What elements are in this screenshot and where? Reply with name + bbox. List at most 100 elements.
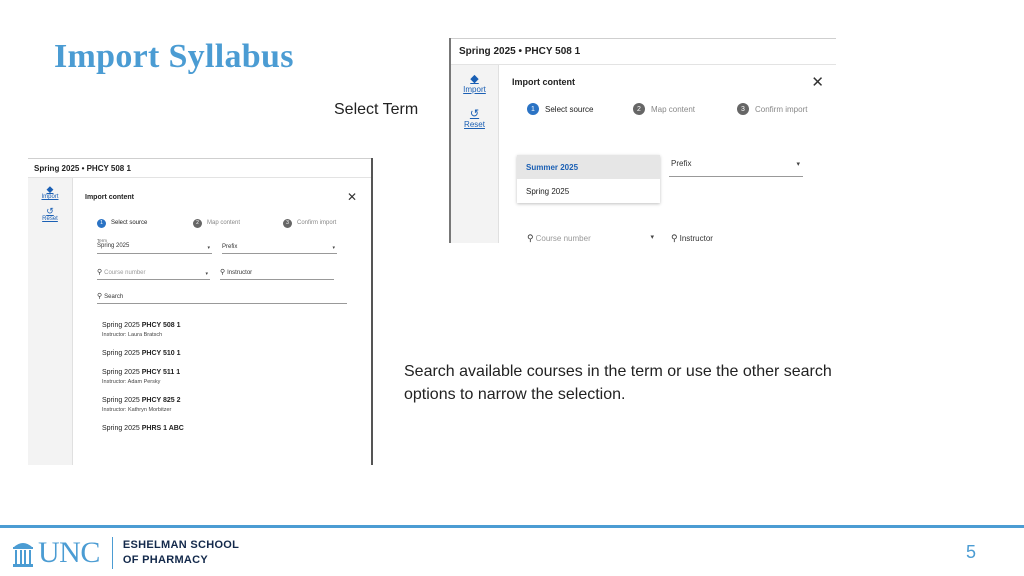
course-result-item[interactable]: Spring 2025 PHCY 510 1 [102, 350, 371, 357]
footer-rule [0, 525, 1024, 528]
course-instructor-row: ⚲ Course number ▾ ⚲ Instructor [73, 268, 371, 280]
course-result-name: Spring 2025 PHRS 1 ABC [102, 425, 184, 432]
search-icon: ⚲ [97, 269, 103, 276]
prefix-select[interactable]: Prefix ▾ [222, 238, 337, 254]
chevron-down-icon: ▾ [205, 271, 208, 277]
instructor-field[interactable]: ⚲ Instructor [220, 268, 334, 280]
close-icon[interactable]: ✕ [811, 73, 824, 91]
search-input[interactable]: ⚲ Search [97, 292, 347, 304]
step-label: Confirm import [755, 104, 808, 114]
instructor-value: Instructor [679, 234, 713, 243]
school-line-2: OF PHARMACY [122, 554, 209, 566]
history-icon: ↺ [46, 206, 54, 216]
panel-header: Import content ✕ [73, 178, 371, 216]
course-result-name: Spring 2025 PHCY 508 1 [102, 322, 181, 329]
import-dialog-screenshot: Spring 2025 • PHCY 508 1 ◆ Import ↺ Rese… [28, 158, 373, 465]
search-icon: ⚲ [220, 269, 226, 276]
course-number-select[interactable]: ⚲ Course number ▾ [527, 233, 658, 243]
step-number: 2 [633, 103, 645, 115]
import-panel: Import content ✕ 1 Select source 2 Map c… [499, 65, 836, 243]
course-result-item[interactable]: Spring 2025 PHCY 508 1 Instructor: Laura… [102, 322, 371, 338]
chevron-down-icon: ▾ [650, 234, 654, 241]
rail-reset-button[interactable]: ↺ Reset [28, 206, 72, 222]
rail-reset-label: Reset [42, 216, 58, 222]
chevron-down-icon: ▾ [796, 161, 800, 168]
search-icon: ⚲ [527, 233, 534, 243]
course-result-item[interactable]: Spring 2025 PHRS 1 ABC [102, 425, 371, 432]
course-result-item[interactable]: Spring 2025 PHCY 511 1 Instructor: Adam … [102, 369, 371, 385]
page-number: 5 [965, 542, 976, 562]
course-result-instructor: Instructor: Adam Persky [102, 379, 161, 385]
course-header: Spring 2025 • PHCY 508 1 [451, 38, 836, 65]
step-number: 3 [283, 218, 292, 228]
term-dropdown-screenshot: Spring 2025 • PHCY 508 1 ◆ Import ↺ Rese… [449, 38, 836, 243]
stepper: 1 Select source 2 Map content 3 Confirm … [499, 101, 836, 117]
step-number: 2 [193, 218, 202, 228]
step-label: Select source [545, 104, 594, 114]
term-prefix-row: Term Spring 2025 ▾ Prefix ▾ [73, 238, 371, 254]
unc-wordmark: UNC [38, 536, 100, 569]
course-result-name: Spring 2025 PHCY 510 1 [102, 350, 181, 357]
stepper: 1 Select source 2 Map content 3 Confirm … [73, 216, 371, 230]
close-icon[interactable]: ✕ [347, 190, 357, 204]
course-number-placeholder: Course number [535, 234, 591, 243]
course-number-select[interactable]: ⚲ Course number ▾ [97, 268, 210, 280]
course-result-instructor: Instructor: Kathryn Morbitzer [102, 407, 172, 413]
course-result-instructor: Instructor: Laura Bratsch [102, 332, 163, 338]
prefix-select[interactable]: Prefix ▾ [669, 159, 803, 177]
layers-icon: ◆ [46, 184, 54, 194]
step-confirm-import[interactable]: 3 Confirm import [737, 103, 807, 115]
select-term-note: Select Term [334, 101, 419, 118]
rail-reset-label: Reset [464, 120, 485, 129]
step-label: Map content [651, 104, 696, 114]
side-rail: ◆ Import ↺ Reset [451, 65, 499, 243]
unc-eshelman-logo: UNC ESHELMAN SCHOOL OF PHARMACY [12, 536, 239, 570]
step-map-content[interactable]: 2 Map content [633, 103, 737, 115]
side-rail: ◆ Import ↺ Reset [28, 178, 73, 465]
school-name: ESHELMAN SCHOOL OF PHARMACY [123, 538, 239, 568]
search-row: ⚲ Search [73, 292, 371, 304]
search-placeholder: Search [104, 294, 124, 300]
rail-import-label: Import [463, 85, 486, 94]
school-line-1: ESHELMAN SCHOOL [122, 539, 240, 551]
search-icon: ⚲ [671, 233, 678, 243]
import-panel: Import content ✕ 1 Select source 2 Map c… [73, 178, 371, 465]
panel-header: Import content ✕ [499, 65, 836, 99]
course-title: Spring 2025 • PHCY 508 1 [459, 46, 581, 57]
course-header: Spring 2025 • PHCY 508 1 [28, 158, 371, 178]
term-option-spring-2025[interactable]: Spring 2025 [517, 179, 660, 203]
step-label: Select source [111, 220, 148, 226]
step-number: 1 [97, 218, 106, 228]
chevron-down-icon: ▾ [207, 245, 210, 251]
panel-title: Import content [85, 193, 134, 201]
history-icon: ↺ [469, 108, 480, 120]
term-value: Spring 2025 [97, 243, 130, 249]
rail-import-label: Import [41, 194, 59, 200]
rail-import-button[interactable]: ◆ Import [451, 73, 498, 94]
rail-import-button[interactable]: ◆ Import [28, 184, 72, 200]
layers-icon: ◆ [470, 73, 479, 85]
course-number-placeholder: Course number [104, 270, 146, 276]
term-select[interactable]: Term Spring 2025 ▾ [97, 238, 212, 254]
step-label: Confirm import [297, 220, 337, 226]
search-icon: ⚲ [97, 293, 103, 300]
term-option-summer-2025[interactable]: Summer 2025 [517, 155, 660, 179]
old-well-icon [13, 543, 33, 567]
step-number: 1 [527, 103, 539, 115]
course-title: Spring 2025 • PHCY 508 1 [34, 163, 131, 173]
logo-divider [111, 537, 113, 569]
rail-reset-button[interactable]: ↺ Reset [451, 108, 498, 129]
instructor-field[interactable]: ⚲ Instructor [671, 233, 803, 243]
step-confirm-import[interactable]: 3 Confirm import [283, 218, 337, 228]
step-map-content[interactable]: 2 Map content [193, 218, 283, 228]
chevron-down-icon: ▾ [332, 245, 335, 251]
course-result-item[interactable]: Spring 2025 PHCY 825 2 Instructor: Kathr… [102, 397, 371, 413]
panel-title: Import content [512, 77, 575, 87]
prefix-value: Prefix [671, 159, 692, 168]
step-select-source[interactable]: 1 Select source [527, 103, 633, 115]
step-select-source[interactable]: 1 Select source [97, 218, 193, 228]
slide-title: Import Syllabus [54, 38, 294, 75]
course-result-name: Spring 2025 PHCY 511 1 [102, 369, 181, 376]
instructor-value: Instructor [227, 270, 253, 276]
step-number: 3 [737, 103, 749, 115]
